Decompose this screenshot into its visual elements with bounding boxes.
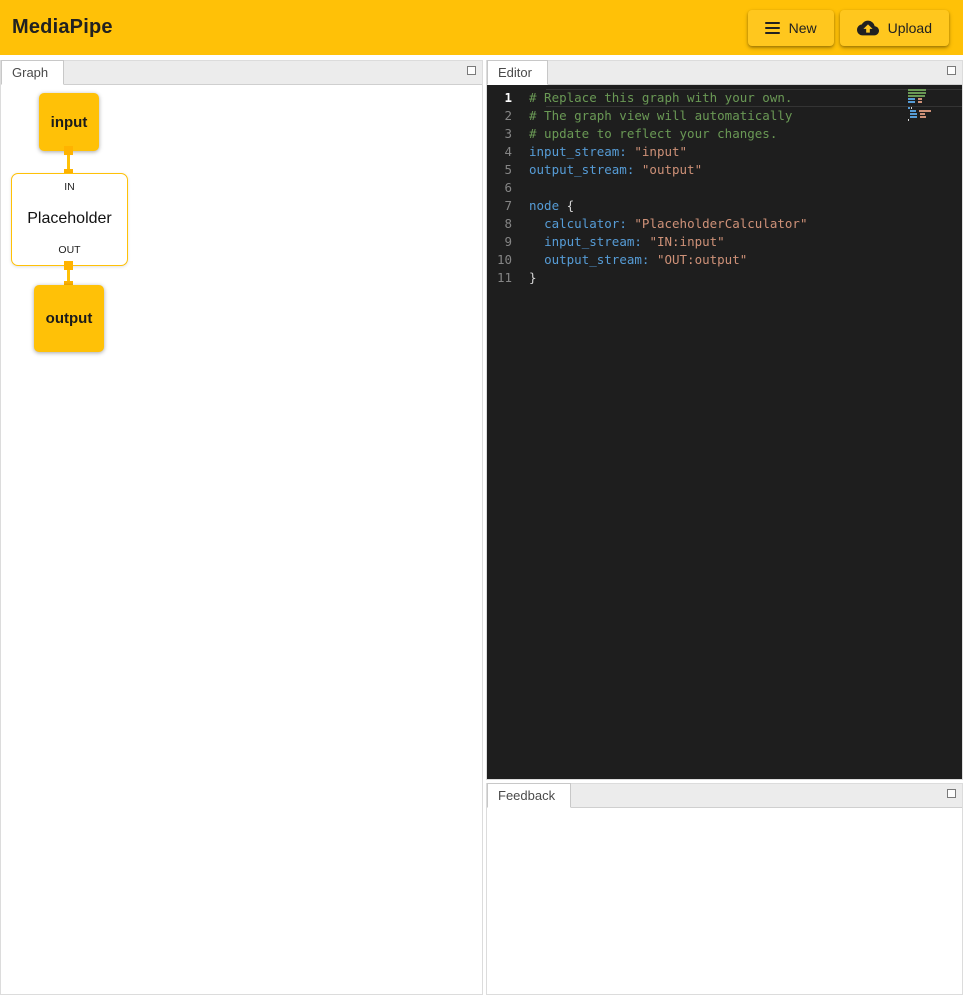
code-line[interactable]: 9 input_stream: "IN:input" <box>487 233 962 251</box>
code-editor[interactable]: 1# Replace this graph with your own.2# T… <box>487 85 962 779</box>
output-port-label: OUT <box>58 244 80 256</box>
feedback-content <box>487 808 962 994</box>
tab-feedback[interactable]: Feedback <box>487 783 571 808</box>
graph-node-output[interactable]: output <box>34 285 104 352</box>
code-line[interactable]: 5output_stream: "output" <box>487 161 962 179</box>
graph-canvas[interactable]: input IN Placeholder OUT output <box>1 85 482 994</box>
calculator-node-label: Placeholder <box>27 210 112 228</box>
tab-graph-label: Graph <box>12 65 48 80</box>
maximize-icon[interactable] <box>467 66 476 75</box>
code-line[interactable]: 4input_stream: "input" <box>487 143 962 161</box>
vertical-splitter[interactable] <box>483 60 486 995</box>
tab-editor[interactable]: Editor <box>487 60 548 85</box>
editor-minimap[interactable] <box>908 89 948 121</box>
app-root: MediaPipe New Upload Graph <box>0 0 963 995</box>
code-line[interactable]: 7node { <box>487 197 962 215</box>
header-actions: New Upload <box>748 10 949 46</box>
new-button-label: New <box>789 20 817 36</box>
graph-node-input[interactable]: input <box>39 93 99 151</box>
graph-node-placeholder[interactable]: IN Placeholder OUT <box>11 173 128 266</box>
code-line[interactable]: 1# Replace this graph with your own. <box>487 89 962 107</box>
maximize-icon[interactable] <box>947 789 956 798</box>
upload-button-label: Upload <box>888 20 932 36</box>
upload-button[interactable]: Upload <box>840 10 949 46</box>
app-header: MediaPipe New Upload <box>0 0 963 55</box>
code-line[interactable]: 8 calculator: "PlaceholderCalculator" <box>487 215 962 233</box>
cloud-upload-icon <box>857 17 879 39</box>
tab-editor-label: Editor <box>498 65 532 80</box>
feedback-panel: Feedback <box>486 783 963 995</box>
code-line[interactable]: 6 <box>487 179 962 197</box>
code-line[interactable]: 3# update to reflect your changes. <box>487 125 962 143</box>
code-line[interactable]: 2# The graph view will automatically <box>487 107 962 125</box>
editor-panel-header: Editor <box>487 61 962 85</box>
new-button[interactable]: New <box>748 10 834 46</box>
graph-node-input-label: input <box>51 114 88 131</box>
graph-panel-header: Graph <box>1 61 482 85</box>
code-line[interactable]: 11} <box>487 269 962 287</box>
maximize-icon[interactable] <box>947 66 956 75</box>
code-line[interactable]: 10 output_stream: "OUT:output" <box>487 251 962 269</box>
horizontal-splitter[interactable] <box>486 780 963 783</box>
code-lines: 1# Replace this graph with your own.2# T… <box>487 89 962 287</box>
editor-panel: Editor 1# Replace this graph with your o… <box>486 60 963 780</box>
graph-edge-input <box>67 151 70 173</box>
graph-panel: Graph input IN Placeholder OUT output <box>0 60 483 995</box>
feedback-panel-header: Feedback <box>487 784 962 808</box>
tab-graph[interactable]: Graph <box>1 60 64 85</box>
app-title: MediaPipe <box>12 16 113 39</box>
tab-feedback-label: Feedback <box>498 788 555 803</box>
input-port-label: IN <box>64 181 75 193</box>
graph-edge-output <box>67 266 70 285</box>
menu-icon <box>765 22 780 34</box>
graph-node-output-label: output <box>46 310 93 327</box>
